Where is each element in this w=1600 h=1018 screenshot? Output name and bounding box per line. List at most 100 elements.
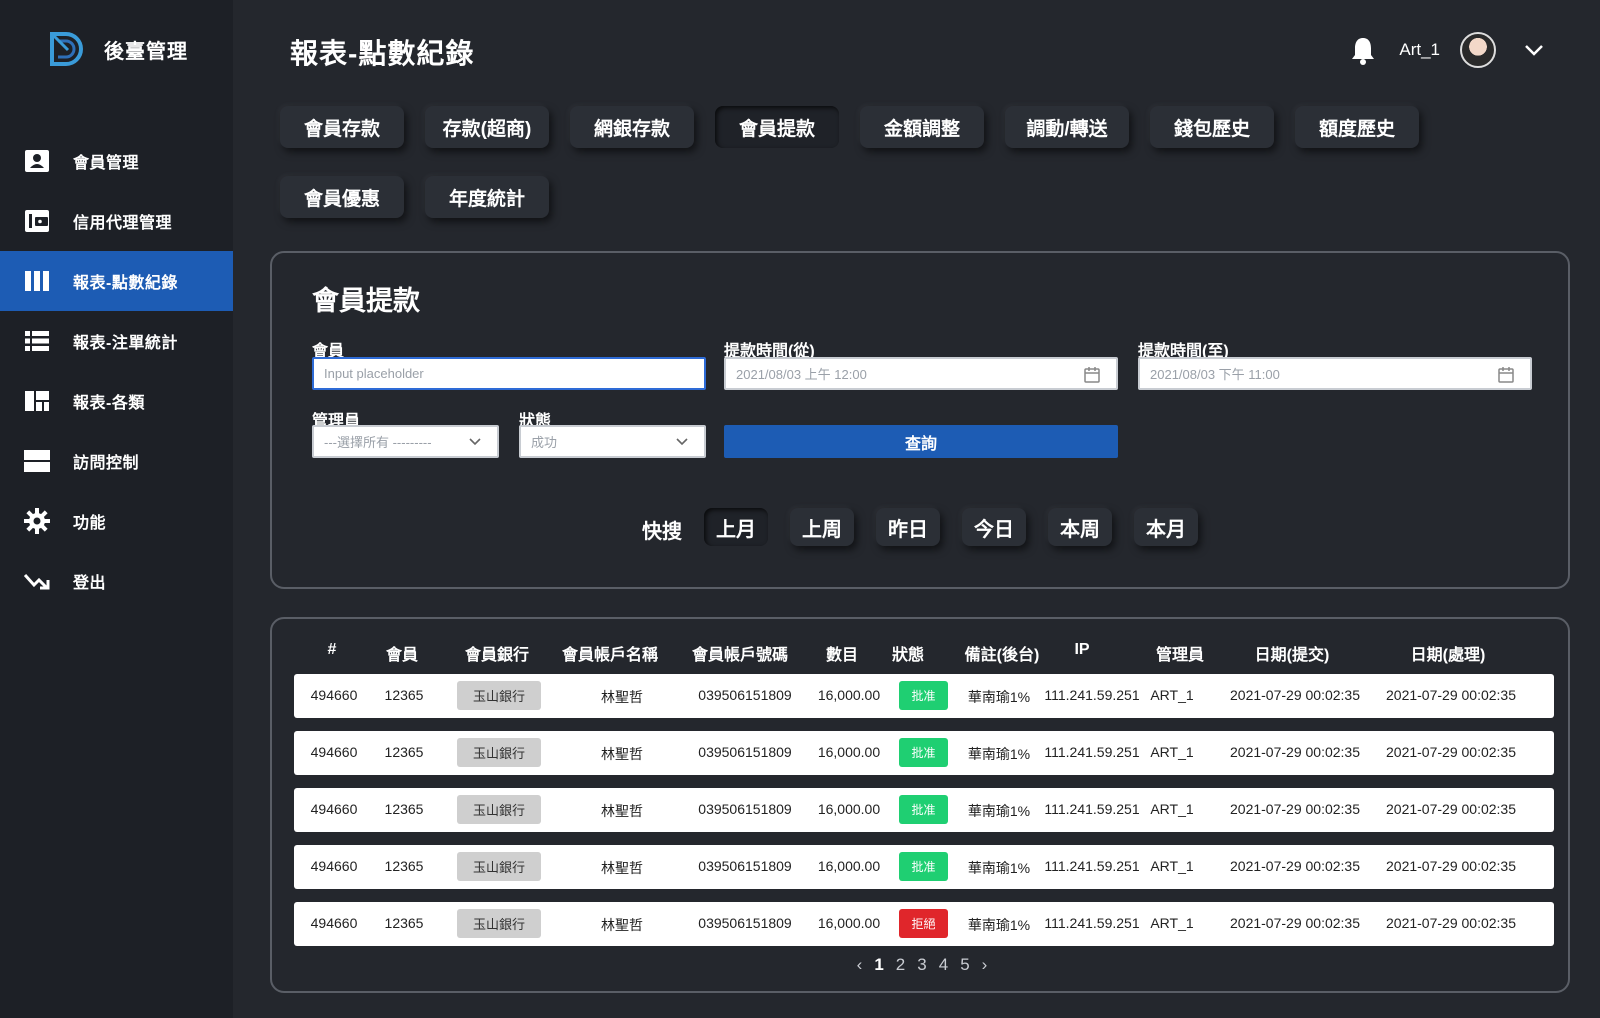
page-1[interactable]: 1 [874, 955, 883, 975]
user-card-icon [24, 148, 50, 174]
status-badge: 批准 [899, 681, 948, 710]
table-row[interactable]: 494660 12365 林聖哲 039506151809 16,000.00 華南瑜1%… [294, 845, 1554, 889]
quick-today[interactable]: 今日 [962, 508, 1026, 546]
cell-acct-no: 039506151809 [698, 915, 792, 931]
quick-last-month[interactable]: 上月 [704, 508, 768, 546]
bank-tag: 玉山銀行 [457, 738, 541, 767]
quick-this-week[interactable]: 本周 [1048, 508, 1112, 546]
tab-transfer[interactable]: 調動/轉送 [1005, 106, 1129, 148]
sidebar-item-label: 報表-注單統計 [73, 335, 178, 352]
chevron-down-icon[interactable] [1524, 43, 1544, 57]
cell-member: 12365 [384, 915, 424, 931]
username[interactable]: Art_1 [1399, 40, 1440, 60]
to-date-value: 2021/08/03 下午 11:00 [1150, 367, 1280, 382]
query-button[interactable]: 查詢 [724, 425, 1118, 458]
sidebar-item-credit-agent[interactable]: 信用代理管理 [0, 191, 233, 251]
cell-member: 12365 [384, 801, 424, 817]
table-row[interactable]: 494660 12365 林聖哲 039506151809 16,000.00 華南瑜1%… [294, 674, 1554, 718]
tab-member-promo[interactable]: 會員優惠 [280, 176, 404, 218]
sidebar-item-report-bets[interactable]: 報表-注單統計 [0, 311, 233, 371]
cell-processed: 2021-07-29 00:02:35 [1386, 801, 1516, 817]
from-date-input[interactable]: 2021/08/03 上午 12:00 [724, 357, 1118, 390]
page-3[interactable]: 3 [917, 955, 926, 975]
member-input[interactable]: Input placeholder [312, 357, 706, 390]
cell-submitted: 2021-07-29 00:02:35 [1230, 915, 1360, 931]
sidebar-item-logout[interactable]: 登出 [0, 551, 233, 611]
avatar[interactable] [1460, 32, 1496, 68]
calendar-icon[interactable] [1498, 367, 1514, 383]
tab-amount-adjust[interactable]: 金額調整 [860, 106, 984, 148]
status-select-value: 成功 [531, 435, 558, 450]
to-date-input[interactable]: 2021/08/03 下午 11:00 [1138, 357, 1532, 390]
bell-icon[interactable] [1349, 35, 1377, 65]
tab-credit-history[interactable]: 額度歷史 [1295, 106, 1419, 148]
cell-processed: 2021-07-29 00:02:35 [1386, 858, 1516, 874]
table-row[interactable]: 494660 12365 林聖哲 039506151809 16,000.00 華南瑜1%… [294, 902, 1554, 946]
sidebar-item-member-management[interactable]: 會員管理 [0, 131, 233, 191]
results-table: # 會員 會員銀行 會員帳戶名稱 會員帳戶號碼 數目 狀態 備註(後台) IP … [270, 617, 1570, 993]
cell-note: 華南瑜1% [967, 689, 1031, 705]
brand[interactable]: 後臺管理 [48, 30, 188, 68]
admin-select-value: ---選擇所有 --------- [324, 435, 432, 450]
cell-ip: 111.241.59.251 [1044, 744, 1140, 760]
sidebar-nav: 會員管理 信用代理管理 報表-點數紀錄 報表-注單統計 報表-各類 訪問控制 功… [0, 131, 233, 611]
status-badge: 拒絕 [899, 909, 948, 938]
cell-amount: 16,000.00 [817, 915, 881, 931]
pagination: ‹ 1 2 3 4 5 › [272, 955, 1572, 975]
sidebar-item-functions[interactable]: 功能 [0, 491, 233, 551]
next-page-button[interactable]: › [982, 955, 988, 975]
sidebar-item-label: 報表-各類 [73, 395, 145, 412]
logo-icon [50, 32, 83, 66]
list-icon [24, 328, 50, 354]
col-header: 會員帳戶號碼 [691, 647, 788, 664]
tab-member-withdraw[interactable]: 會員提款 [715, 106, 839, 148]
col-header: 會員帳戶名稱 [561, 647, 658, 664]
status-select[interactable]: 成功 [519, 425, 706, 458]
cell-member: 12365 [384, 858, 424, 874]
sidebar-item-label: 報表-點數紀錄 [73, 275, 178, 292]
sidebar-item-report-points[interactable]: 報表-點數紀錄 [0, 251, 233, 311]
chevron-down-icon [469, 438, 481, 446]
cell-processed: 2021-07-29 00:02:35 [1386, 744, 1516, 760]
cell-acct-name: 林聖哲 [601, 860, 643, 876]
cell-amount: 16,000.00 [817, 858, 881, 874]
sidebar-item-label: 訪問控制 [73, 455, 140, 472]
page-4[interactable]: 4 [939, 955, 948, 975]
dashboard-icon [24, 388, 50, 414]
cell-acct-no: 039506151809 [698, 744, 792, 760]
admin-select[interactable]: ---選擇所有 --------- [312, 425, 499, 458]
cell-acct-name: 林聖哲 [601, 746, 643, 762]
cell-submitted: 2021-07-29 00:02:35 [1230, 858, 1360, 874]
status-badge: 批准 [899, 852, 948, 881]
sidebar-item-access-control[interactable]: 訪問控制 [0, 431, 233, 491]
table-row[interactable]: 494660 12365 林聖哲 039506151809 16,000.00 華南瑜1%… [294, 788, 1554, 832]
prev-page-button[interactable]: ‹ [857, 955, 863, 975]
server-icon [24, 448, 50, 474]
page-2[interactable]: 2 [896, 955, 905, 975]
cell-admin: ART_1 [1150, 744, 1194, 760]
tab-member-deposit[interactable]: 會員存款 [280, 106, 404, 148]
cell-id: 494660 [310, 915, 358, 931]
cell-amount: 16,000.00 [817, 744, 881, 760]
tab-annual-stats[interactable]: 年度統計 [425, 176, 549, 218]
quick-yesterday[interactable]: 昨日 [876, 508, 940, 546]
cell-amount: 16,000.00 [817, 687, 881, 703]
cell-id: 494660 [310, 687, 358, 703]
cell-submitted: 2021-07-29 00:02:35 [1230, 801, 1360, 817]
tab-wallet-history[interactable]: 錢包歷史 [1150, 106, 1274, 148]
table-row[interactable]: 494660 12365 林聖哲 039506151809 16,000.00 華南瑜1%… [294, 731, 1554, 775]
bank-tag: 玉山銀行 [457, 795, 541, 824]
sidebar-item-report-misc[interactable]: 報表-各類 [0, 371, 233, 431]
cell-acct-no: 039506151809 [698, 687, 792, 703]
page-5[interactable]: 5 [960, 955, 969, 975]
tab-online-bank-deposit[interactable]: 網銀存款 [570, 106, 694, 148]
calendar-icon[interactable] [1084, 367, 1100, 383]
cell-member: 12365 [384, 687, 424, 703]
cell-member: 12365 [384, 744, 424, 760]
quick-this-month[interactable]: 本月 [1134, 508, 1198, 546]
col-header: IP [1074, 641, 1090, 658]
quick-last-week[interactable]: 上周 [790, 508, 854, 546]
tab-convenience-deposit[interactable]: 存款(超商) [425, 106, 549, 148]
cell-admin: ART_1 [1150, 858, 1194, 874]
col-header: 備註(後台) [964, 647, 1040, 664]
